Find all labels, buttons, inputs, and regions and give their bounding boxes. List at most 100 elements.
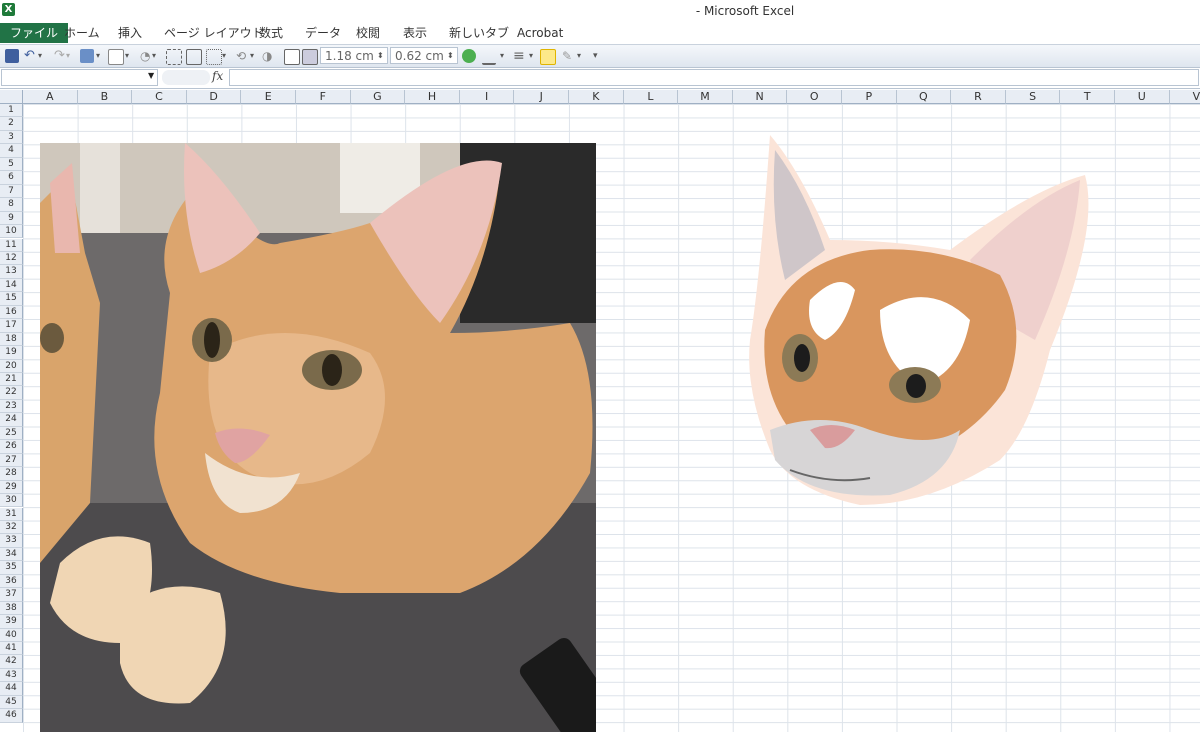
row-header[interactable]: 4 [0, 144, 23, 158]
row-header[interactable]: 26 [0, 440, 23, 454]
row-header[interactable]: 13 [0, 265, 23, 279]
fill-dropdown-icon[interactable]: ▾ [152, 48, 156, 64]
row-header[interactable]: 43 [0, 668, 23, 683]
rotate-icon[interactable]: ⟲ [236, 48, 246, 64]
row-header[interactable]: 2 [0, 117, 23, 131]
row-header[interactable]: 10 [0, 225, 23, 239]
tab-formulas[interactable]: 数式 [259, 24, 283, 43]
column-header[interactable]: Q [896, 90, 952, 104]
row-header[interactable]: 18 [0, 332, 23, 347]
line-color-icon[interactable] [482, 49, 496, 65]
tab-insert[interactable]: 挿入 [118, 24, 142, 43]
row-header[interactable]: 21 [0, 373, 23, 387]
formula-input[interactable] [229, 69, 1199, 86]
format-icon[interactable]: ✎ [562, 48, 572, 64]
cat-photo[interactable] [40, 143, 596, 732]
name-box[interactable] [1, 69, 158, 86]
column-header[interactable]: E [241, 90, 296, 104]
row-header[interactable]: 30 [0, 494, 23, 508]
row-header[interactable]: 37 [0, 588, 23, 602]
row-header[interactable]: 17 [0, 319, 23, 333]
row-header[interactable]: 41 [0, 642, 23, 656]
column-header[interactable]: V [1169, 90, 1200, 104]
row-header[interactable]: 28 [0, 467, 23, 481]
line-weight-icon[interactable]: ≡ [513, 48, 525, 64]
outline-dropdown-icon[interactable]: ▾ [125, 48, 129, 64]
tab-page-layout[interactable]: ページ レイアウト [164, 24, 264, 43]
tab-file[interactable]: ファイル [0, 23, 69, 43]
distribute-icon[interactable] [206, 49, 222, 65]
tab-home[interactable]: ホーム [64, 24, 100, 43]
align-icon[interactable] [186, 49, 202, 65]
save-icon[interactable] [5, 49, 19, 63]
tab-review[interactable]: 校閲 [356, 24, 380, 43]
column-header[interactable]: R [951, 90, 1006, 104]
row-header[interactable]: 14 [0, 278, 23, 293]
column-header[interactable]: L [623, 90, 679, 104]
column-header[interactable]: I [459, 90, 515, 104]
column-header[interactable]: B [77, 90, 133, 104]
row-header[interactable]: 36 [0, 574, 23, 589]
fill-icon[interactable]: ◔ [140, 48, 150, 64]
row-header[interactable]: 22 [0, 386, 23, 400]
group-icon[interactable] [166, 49, 182, 65]
column-header[interactable]: S [1005, 90, 1061, 104]
tab-acrobat[interactable]: Acrobat [517, 24, 563, 43]
row-header[interactable]: 27 [0, 453, 23, 468]
undo-dropdown-icon[interactable]: ▾ [38, 48, 42, 64]
column-header[interactable]: K [569, 90, 624, 104]
column-header[interactable]: H [405, 90, 460, 104]
height-spinner-icon[interactable]: ⬍ [377, 48, 384, 64]
tab-view[interactable]: 表示 [403, 24, 427, 43]
row-header[interactable]: 7 [0, 184, 23, 199]
row-header[interactable]: 5 [0, 157, 23, 172]
row-header[interactable]: 44 [0, 682, 23, 696]
redo-dropdown-icon[interactable]: ▾ [66, 48, 70, 64]
row-header[interactable]: 3 [0, 130, 23, 145]
row-header[interactable]: 29 [0, 480, 23, 495]
shape-styles-icon[interactable] [462, 49, 476, 63]
column-header[interactable]: A [23, 90, 78, 104]
name-box-dropdown-icon[interactable]: ▼ [148, 71, 154, 80]
column-header[interactable]: J [514, 90, 569, 104]
customize-toolbar-icon[interactable]: ▾ [593, 48, 598, 64]
insert-function-button[interactable]: fx [212, 69, 223, 83]
column-header[interactable]: P [842, 90, 897, 104]
column-header[interactable]: U [1115, 90, 1170, 104]
column-header[interactable]: C [132, 90, 187, 104]
column-header[interactable]: N [732, 90, 788, 104]
row-header[interactable]: 24 [0, 413, 23, 427]
row-header[interactable]: 39 [0, 615, 23, 629]
column-header[interactable]: F [296, 90, 351, 104]
tab-new-tab[interactable]: 新しいタブ [449, 24, 509, 43]
row-header[interactable]: 31 [0, 507, 23, 521]
rotate-dropdown-icon[interactable]: ▾ [250, 48, 254, 64]
undo-icon[interactable]: ↶ [24, 48, 35, 64]
size-icon[interactable] [302, 49, 318, 65]
row-header[interactable]: 32 [0, 520, 23, 535]
line-color-dropdown-icon[interactable]: ▾ [500, 48, 504, 64]
tab-data[interactable]: データ [305, 24, 341, 43]
row-header[interactable]: 1 [0, 104, 23, 118]
row-header[interactable]: 42 [0, 655, 23, 669]
row-header[interactable]: 12 [0, 251, 23, 266]
row-header[interactable]: 45 [0, 695, 23, 710]
select-objects-icon[interactable] [540, 49, 556, 65]
row-header[interactable]: 46 [0, 709, 23, 723]
column-header[interactable]: M [678, 90, 733, 104]
row-header[interactable]: 15 [0, 292, 23, 306]
row-header[interactable]: 8 [0, 198, 23, 212]
row-header[interactable]: 11 [0, 238, 23, 252]
line-weight-dropdown-icon[interactable]: ▾ [529, 48, 533, 64]
width-spinner-icon[interactable]: ⬍ [447, 48, 454, 64]
format-dropdown-icon[interactable]: ▾ [577, 48, 581, 64]
column-header[interactable]: T [1060, 90, 1115, 104]
row-header[interactable]: 34 [0, 547, 23, 562]
row-header[interactable]: 35 [0, 561, 23, 575]
column-header[interactable]: D [186, 90, 242, 104]
cat-illustration[interactable] [730, 130, 1100, 520]
select-all-button[interactable] [0, 90, 23, 104]
shadow-icon[interactable]: ◑ [262, 48, 272, 64]
column-header[interactable]: O [787, 90, 842, 104]
row-header[interactable]: 9 [0, 211, 23, 226]
